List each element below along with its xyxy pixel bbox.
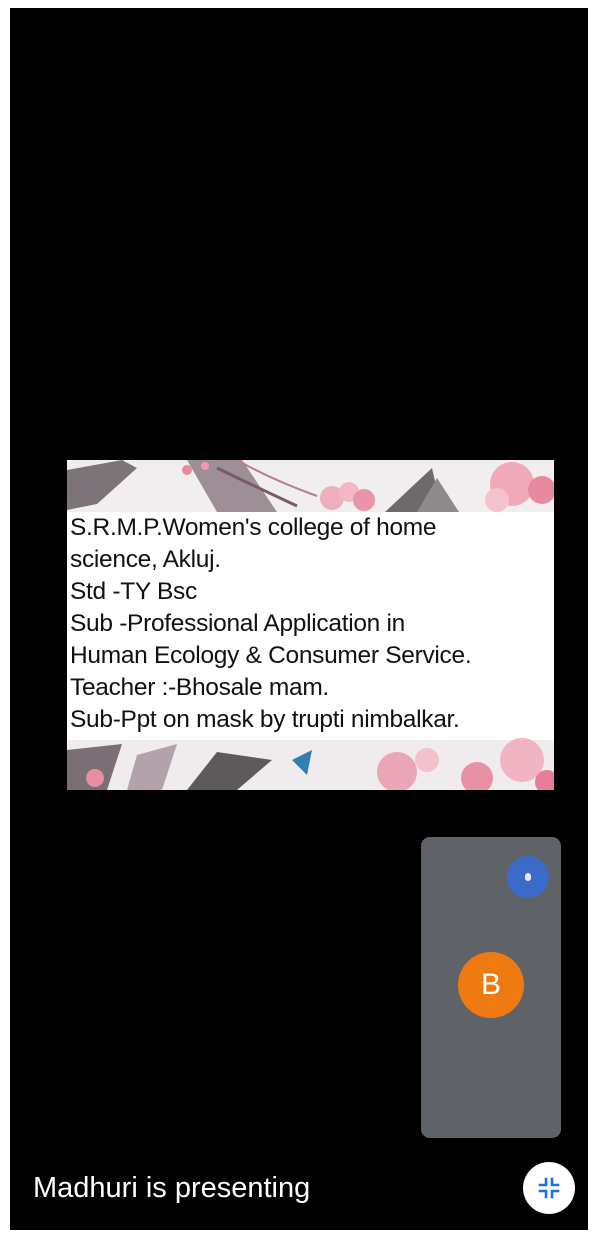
avatar: B — [458, 952, 524, 1018]
slide-line: science, Akluj. — [70, 546, 221, 573]
slide-line: Teacher :-Bhosale mam. — [70, 674, 329, 701]
slide-line: Sub-Ppt on mask by trupti nimbalkar. — [70, 706, 460, 733]
audio-dot-icon — [525, 873, 531, 881]
collapse-fullscreen-icon — [538, 1177, 560, 1199]
slide-line: Sub -Professional Application in — [70, 610, 405, 637]
collapse-fullscreen-button[interactable] — [523, 1162, 575, 1214]
slide-line: Std -TY Bsc — [70, 578, 197, 605]
meeting-screen: S.R.M.P.Women's college of home science,… — [10, 8, 588, 1230]
slide-text: S.R.M.P.Women's college of home science,… — [70, 512, 554, 736]
slide-line: Human Ecology & Consumer Service. — [70, 642, 472, 669]
audio-level-indicator — [507, 856, 549, 898]
slide-line: S.R.M.P.Women's college of home — [70, 514, 437, 541]
presenting-status-label: Madhuri is presenting — [33, 1172, 311, 1204]
presentation-slide: S.R.M.P.Women's college of home science,… — [67, 460, 554, 790]
self-video-tile[interactable]: B — [421, 837, 561, 1138]
